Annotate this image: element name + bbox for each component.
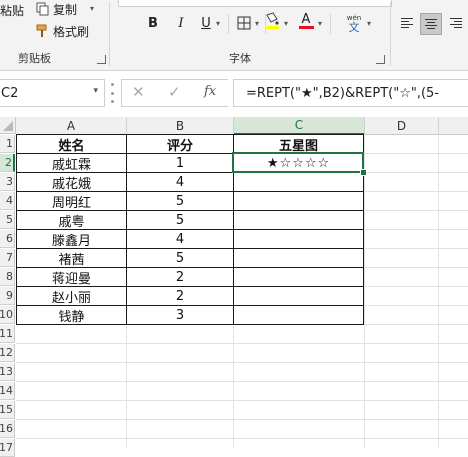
- name-cell[interactable]: 周明红: [17, 192, 126, 211]
- underline-button[interactable]: U: [196, 13, 216, 33]
- stars-cell[interactable]: [234, 173, 363, 191]
- score-cell[interactable]: 2: [127, 268, 233, 286]
- worksheet-grid[interactable]: A B C D 1 2 3 4 5 6 7 8 9 10 11 12 13 14…: [0, 117, 468, 457]
- align-left-button[interactable]: [397, 13, 417, 33]
- fill-color-button[interactable]: [261, 11, 283, 31]
- enter-icon[interactable]: ✓: [168, 83, 181, 101]
- underline-dropdown-icon[interactable]: ▾: [216, 19, 220, 28]
- header-cell-stars[interactable]: 五星图: [234, 135, 363, 154]
- format-painter-button[interactable]: 格式刷: [36, 22, 89, 40]
- stars-cell[interactable]: [234, 249, 363, 267]
- bold-spacer: [145, 13, 165, 33]
- name-cell[interactable]: 戚虹霖: [17, 154, 126, 173]
- score-cell[interactable]: 5: [127, 249, 233, 267]
- paste-button[interactable]: 粘贴: [0, 0, 24, 20]
- name-box-dropdown-icon[interactable]: ▾: [93, 86, 98, 96]
- name-box[interactable]: C2 ▾: [0, 79, 105, 107]
- fill-handle[interactable]: [360, 169, 367, 176]
- font-launcher-icon[interactable]: [376, 55, 385, 64]
- stars-cell[interactable]: [234, 268, 363, 286]
- header-cell-name[interactable]: 姓名: [17, 135, 126, 154]
- score-cell[interactable]: 1: [127, 154, 233, 172]
- phonetic-icon: 文: [348, 21, 360, 34]
- clipboard-launcher-icon[interactable]: [97, 55, 106, 64]
- formula-text: =REPT("★",B2)&REPT("☆",(5-: [246, 85, 440, 101]
- align-right-button[interactable]: [446, 13, 466, 33]
- name-cell[interactable]: 戚粤: [17, 211, 126, 230]
- ribbon-separator: [109, 2, 110, 66]
- font-color-dropdown-icon[interactable]: ▾: [318, 19, 322, 28]
- name-box-value: C2: [1, 85, 19, 101]
- font-separator-1: [228, 14, 229, 34]
- phonetic-dropdown-icon[interactable]: ▾: [367, 19, 371, 28]
- copy-icon: [36, 2, 49, 16]
- ribbon: 粘贴 复制 ▾ 格式刷 剪贴板 B I U ▾ ▾ ▾ A ▾ wén 文 ▾ …: [0, 0, 468, 71]
- name-cell[interactable]: 戚花娥: [17, 173, 126, 192]
- font-separator-3: [330, 14, 331, 34]
- copy-label: 复制: [53, 2, 78, 17]
- ribbon-separator-2: [390, 2, 391, 66]
- active-cell-selection: [232, 152, 364, 173]
- score-cell[interactable]: 4: [127, 173, 233, 191]
- clipboard-group-label: 剪贴板: [18, 52, 51, 65]
- italic-icon: I: [178, 15, 184, 31]
- align-right-icon: [450, 18, 462, 28]
- stars-cell[interactable]: [234, 211, 363, 229]
- formula-bar-grip[interactable]: [111, 83, 115, 103]
- score-cell[interactable]: 5: [127, 211, 233, 229]
- font-color-icon: A: [301, 12, 311, 27]
- fill-color-swatch: [265, 26, 279, 29]
- borders-button[interactable]: [234, 13, 254, 33]
- header-cell-score[interactable]: 评分: [127, 135, 233, 154]
- cancel-icon[interactable]: ✕: [132, 83, 145, 101]
- stars-cell[interactable]: [234, 192, 363, 210]
- format-painter-icon: [36, 24, 47, 37]
- formula-bar: C2 ▾ ✕ ✓ fx =REPT("★",B2)&REPT("☆",(5-: [0, 71, 468, 118]
- formula-input[interactable]: =REPT("★",B2)&REPT("☆",(5-: [233, 79, 468, 107]
- stars-cell[interactable]: [234, 306, 363, 324]
- formula-buttons: ✕ ✓ fx: [121, 79, 228, 107]
- fill-color-dropdown-icon[interactable]: ▾: [284, 19, 288, 28]
- underline-icon: U: [201, 15, 211, 31]
- score-cell[interactable]: 4: [127, 230, 233, 248]
- align-center-icon: [425, 19, 437, 29]
- font-name-combo[interactable]: [118, 0, 392, 7]
- name-cell[interactable]: 褚茜: [17, 249, 126, 268]
- name-cell[interactable]: 滕鑫月: [17, 230, 126, 249]
- score-cell[interactable]: 2: [127, 287, 233, 305]
- insert-function-icon[interactable]: fx: [204, 84, 216, 99]
- name-cell[interactable]: 蒋迎曼: [17, 268, 126, 287]
- font-color-swatch: [298, 26, 314, 29]
- copy-dropdown-icon[interactable]: ▾: [90, 4, 94, 13]
- score-cell[interactable]: 5: [127, 192, 233, 210]
- name-cell[interactable]: 钱静: [17, 306, 126, 325]
- phonetic-button[interactable]: wén 文: [342, 11, 366, 35]
- align-center-button[interactable]: [420, 13, 442, 35]
- stars-cell[interactable]: [234, 230, 363, 248]
- font-group-label: 字体: [229, 52, 251, 65]
- borders-icon: [237, 16, 251, 30]
- score-cell[interactable]: 3: [127, 306, 233, 324]
- italic-button[interactable]: I: [171, 13, 191, 33]
- stars-cell[interactable]: [234, 287, 363, 305]
- borders-dropdown-icon[interactable]: ▾: [255, 19, 259, 28]
- paste-label: 粘贴: [0, 3, 25, 18]
- format-painter-label: 格式刷: [53, 24, 90, 39]
- font-color-button[interactable]: A: [296, 11, 316, 31]
- align-left-icon: [401, 18, 413, 28]
- name-cell[interactable]: 赵小丽: [17, 287, 126, 306]
- copy-button[interactable]: 复制: [36, 0, 77, 18]
- paint-bucket-icon: [265, 12, 279, 29]
